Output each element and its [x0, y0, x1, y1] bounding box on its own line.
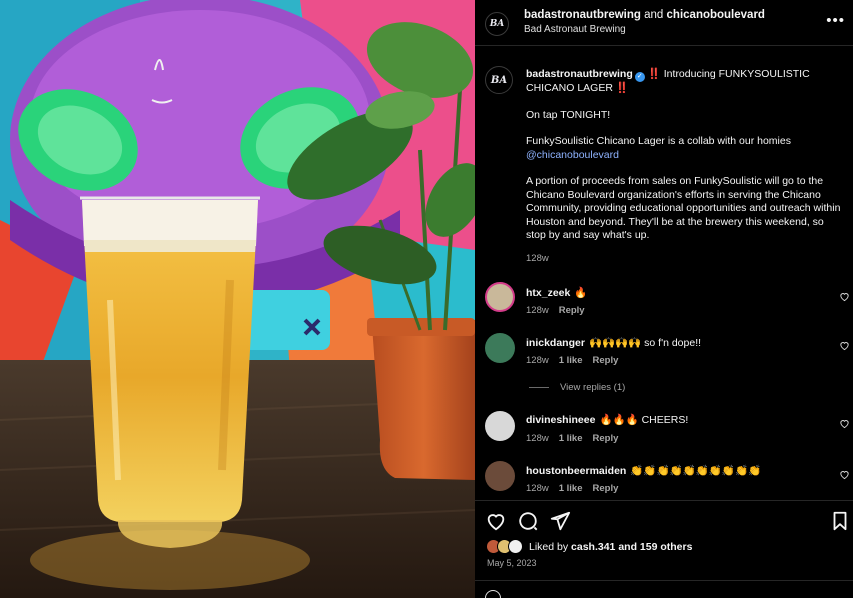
bookmark-icon[interactable]	[829, 510, 851, 532]
comment-like-count[interactable]: 1 like	[559, 433, 583, 444]
comment-like-count[interactable]: 1 like	[559, 483, 583, 494]
comment-icon[interactable]	[517, 510, 539, 532]
send-icon[interactable]	[549, 510, 571, 532]
replies-divider-line	[529, 386, 549, 388]
comment-username-link[interactable]: divineshineee	[526, 414, 595, 426]
comment-timestamp[interactable]: 128w	[526, 355, 549, 366]
comment-meta: 128w 1 like Reply	[526, 355, 628, 366]
caption-timestamp[interactable]: 128w	[526, 253, 549, 264]
commenter-avatar[interactable]	[485, 282, 515, 312]
reply-button[interactable]: Reply	[593, 483, 619, 494]
post-date[interactable]: May 5, 2023	[487, 558, 537, 568]
post-caption: badastronautbrewing ✓ ‼️ Introducing FUNKY…	[526, 68, 846, 243]
comment-username-link[interactable]: houstonbeermaiden	[526, 465, 626, 477]
owner-username-link[interactable]: badastronautbrewing	[524, 9, 641, 21]
comment-text: divineshineee 🔥🔥🔥 CHEERS!	[526, 413, 688, 426]
comment-body: 🔥🔥🔥 CHEERS!	[599, 414, 689, 426]
liker-username-link[interactable]: cash.341	[571, 541, 615, 553]
brand-logo-text: BA	[489, 19, 505, 29]
likes-others-link[interactable]: and 159 others	[618, 541, 692, 553]
mention-link[interactable]: @chicanoboulevard	[526, 149, 619, 161]
comment-body: 👏👏👏👏👏👏👏👏👏👏	[630, 465, 762, 477]
comment-username-link[interactable]: htx_zeek	[526, 287, 570, 299]
caption-line-ontap: On tap TONIGHT!	[526, 108, 611, 121]
comment-text: inickdanger 🙌🙌🙌🙌 so f'n dope!!	[526, 336, 701, 349]
reply-button[interactable]: Reply	[593, 355, 619, 366]
likes-summary[interactable]: Liked by cash.341 and 159 others	[486, 539, 846, 555]
owner-avatar[interactable]: BA	[485, 12, 509, 36]
comment-body: 🔥	[574, 287, 588, 299]
collaborator-username-link[interactable]: chicanoboulevard	[667, 9, 765, 21]
add-comment-bar	[475, 580, 853, 598]
owner-display-name: Bad Astronaut Brewing	[524, 24, 626, 35]
post-header: BA badastronautbrewing and chicanoboulev…	[475, 0, 853, 46]
comment-timestamp[interactable]: 128w	[526, 433, 549, 444]
reply-button[interactable]: Reply	[593, 433, 619, 444]
comment-username-link[interactable]: inickdanger	[526, 337, 585, 349]
comment-like-heart-icon[interactable]	[839, 418, 850, 429]
view-replies-button[interactable]: View replies (1)	[529, 382, 625, 393]
comment-like-heart-icon[interactable]	[839, 291, 850, 302]
caption-avatar[interactable]: BA	[485, 66, 513, 94]
comment-meta: 128w Reply	[526, 305, 595, 316]
post-action-bar	[475, 500, 853, 538]
owners-and-text: and	[644, 9, 664, 21]
commenter-avatar[interactable]	[485, 411, 515, 441]
comment-like-heart-icon[interactable]	[839, 469, 850, 480]
liker-avatar-stack	[486, 539, 526, 555]
caption-line-collab: FunkySoulistic Chicano Lager is a collab…	[526, 135, 791, 147]
comment-meta: 128w 1 like Reply	[526, 433, 628, 444]
likes-text: Liked by cash.341 and 159 others	[529, 541, 692, 553]
more-options-icon[interactable]: •••	[826, 12, 845, 29]
brand-logo-text: BA	[490, 74, 508, 86]
heart-icon[interactable]	[485, 510, 507, 532]
comment-meta: 128w 1 like Reply	[526, 483, 628, 494]
comment-text: houstonbeermaiden 👏👏👏👏👏👏👏👏👏👏	[526, 464, 761, 477]
beer-photo-illustration	[0, 0, 475, 598]
commenter-avatar[interactable]	[485, 461, 515, 491]
double-exclamation-icon: ‼️	[615, 82, 629, 94]
emoji-picker-icon[interactable]	[485, 590, 501, 598]
comment-body: 🙌🙌🙌🙌 so f'n dope!!	[588, 337, 702, 349]
double-exclamation-icon: ‼️	[647, 68, 661, 80]
post-image[interactable]	[0, 0, 475, 598]
caption-line-proceeds: A portion of proceeds from sales on Funk…	[526, 175, 841, 241]
comment-text: htx_zeek 🔥	[526, 286, 587, 299]
liker-avatar	[508, 539, 523, 554]
comment-timestamp[interactable]: 128w	[526, 305, 549, 316]
post-side-panel: BA badastronautbrewing and chicanoboulev…	[475, 0, 853, 598]
post-owners: badastronautbrewing and chicanoboulevard	[524, 9, 765, 21]
likes-prefix: Liked by	[529, 541, 569, 553]
reply-button[interactable]: Reply	[559, 305, 585, 316]
comment-like-count[interactable]: 1 like	[559, 355, 583, 366]
comment-like-heart-icon[interactable]	[839, 340, 850, 351]
verified-badge-icon: ✓	[634, 72, 645, 82]
comment-timestamp[interactable]: 128w	[526, 483, 549, 494]
caption-username-link[interactable]: badastronautbrewing	[526, 68, 633, 80]
commenter-avatar[interactable]	[485, 333, 515, 363]
view-replies-label: View replies (1)	[560, 382, 626, 393]
